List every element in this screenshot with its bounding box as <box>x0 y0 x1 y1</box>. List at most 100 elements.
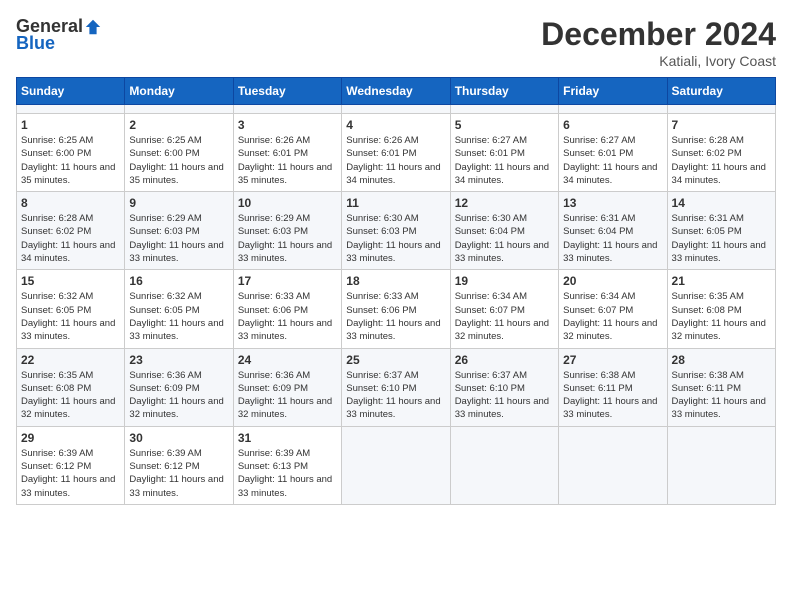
weekday-header: Wednesday <box>342 78 450 105</box>
day-number: 8 <box>21 196 120 210</box>
day-number: 26 <box>455 353 554 367</box>
logo: General Blue <box>16 16 102 54</box>
day-info: Sunrise: 6:33 AM Sunset: 6:06 PM Dayligh… <box>238 290 337 343</box>
title-block: December 2024 Katiali, Ivory Coast <box>541 16 776 69</box>
day-info: Sunrise: 6:35 AM Sunset: 6:08 PM Dayligh… <box>21 369 120 422</box>
calendar-cell <box>667 426 775 504</box>
calendar-cell: 27 Sunrise: 6:38 AM Sunset: 6:11 PM Dayl… <box>559 348 667 426</box>
calendar-cell: 9 Sunrise: 6:29 AM Sunset: 6:03 PM Dayli… <box>125 192 233 270</box>
day-info: Sunrise: 6:30 AM Sunset: 6:03 PM Dayligh… <box>346 212 445 265</box>
day-number: 4 <box>346 118 445 132</box>
day-info: Sunrise: 6:29 AM Sunset: 6:03 PM Dayligh… <box>129 212 228 265</box>
calendar-cell: 25 Sunrise: 6:37 AM Sunset: 6:10 PM Dayl… <box>342 348 450 426</box>
day-number: 5 <box>455 118 554 132</box>
day-info: Sunrise: 6:39 AM Sunset: 6:12 PM Dayligh… <box>21 447 120 500</box>
calendar-cell: 14 Sunrise: 6:31 AM Sunset: 6:05 PM Dayl… <box>667 192 775 270</box>
day-info: Sunrise: 6:36 AM Sunset: 6:09 PM Dayligh… <box>238 369 337 422</box>
calendar-cell: 7 Sunrise: 6:28 AM Sunset: 6:02 PM Dayli… <box>667 114 775 192</box>
calendar-cell: 1 Sunrise: 6:25 AM Sunset: 6:00 PM Dayli… <box>17 114 125 192</box>
day-number: 15 <box>21 274 120 288</box>
month-title: December 2024 <box>541 16 776 53</box>
day-number: 7 <box>672 118 771 132</box>
calendar-cell: 22 Sunrise: 6:35 AM Sunset: 6:08 PM Dayl… <box>17 348 125 426</box>
weekday-header: Thursday <box>450 78 558 105</box>
calendar-cell <box>450 105 558 114</box>
calendar-cell: 29 Sunrise: 6:39 AM Sunset: 6:12 PM Dayl… <box>17 426 125 504</box>
day-info: Sunrise: 6:25 AM Sunset: 6:00 PM Dayligh… <box>21 134 120 187</box>
calendar-cell: 24 Sunrise: 6:36 AM Sunset: 6:09 PM Dayl… <box>233 348 341 426</box>
day-info: Sunrise: 6:34 AM Sunset: 6:07 PM Dayligh… <box>563 290 662 343</box>
day-info: Sunrise: 6:38 AM Sunset: 6:11 PM Dayligh… <box>563 369 662 422</box>
day-number: 17 <box>238 274 337 288</box>
calendar-cell: 19 Sunrise: 6:34 AM Sunset: 6:07 PM Dayl… <box>450 270 558 348</box>
calendar-week-row: 22 Sunrise: 6:35 AM Sunset: 6:08 PM Dayl… <box>17 348 776 426</box>
day-number: 14 <box>672 196 771 210</box>
day-info: Sunrise: 6:26 AM Sunset: 6:01 PM Dayligh… <box>238 134 337 187</box>
calendar-week-row <box>17 105 776 114</box>
day-number: 6 <box>563 118 662 132</box>
location-text: Katiali, Ivory Coast <box>541 53 776 69</box>
day-info: Sunrise: 6:30 AM Sunset: 6:04 PM Dayligh… <box>455 212 554 265</box>
day-info: Sunrise: 6:32 AM Sunset: 6:05 PM Dayligh… <box>21 290 120 343</box>
day-number: 10 <box>238 196 337 210</box>
calendar-cell: 28 Sunrise: 6:38 AM Sunset: 6:11 PM Dayl… <box>667 348 775 426</box>
day-info: Sunrise: 6:27 AM Sunset: 6:01 PM Dayligh… <box>455 134 554 187</box>
day-info: Sunrise: 6:37 AM Sunset: 6:10 PM Dayligh… <box>346 369 445 422</box>
day-info: Sunrise: 6:31 AM Sunset: 6:04 PM Dayligh… <box>563 212 662 265</box>
day-number: 1 <box>21 118 120 132</box>
day-number: 16 <box>129 274 228 288</box>
calendar-cell <box>559 426 667 504</box>
day-info: Sunrise: 6:35 AM Sunset: 6:08 PM Dayligh… <box>672 290 771 343</box>
weekday-header: Saturday <box>667 78 775 105</box>
day-info: Sunrise: 6:34 AM Sunset: 6:07 PM Dayligh… <box>455 290 554 343</box>
day-number: 19 <box>455 274 554 288</box>
day-number: 29 <box>21 431 120 445</box>
day-info: Sunrise: 6:39 AM Sunset: 6:12 PM Dayligh… <box>129 447 228 500</box>
calendar-cell: 12 Sunrise: 6:30 AM Sunset: 6:04 PM Dayl… <box>450 192 558 270</box>
day-number: 3 <box>238 118 337 132</box>
calendar-cell: 26 Sunrise: 6:37 AM Sunset: 6:10 PM Dayl… <box>450 348 558 426</box>
day-number: 9 <box>129 196 228 210</box>
calendar-cell: 6 Sunrise: 6:27 AM Sunset: 6:01 PM Dayli… <box>559 114 667 192</box>
calendar-cell <box>342 105 450 114</box>
day-info: Sunrise: 6:36 AM Sunset: 6:09 PM Dayligh… <box>129 369 228 422</box>
calendar-cell: 10 Sunrise: 6:29 AM Sunset: 6:03 PM Dayl… <box>233 192 341 270</box>
day-info: Sunrise: 6:31 AM Sunset: 6:05 PM Dayligh… <box>672 212 771 265</box>
calendar-cell: 8 Sunrise: 6:28 AM Sunset: 6:02 PM Dayli… <box>17 192 125 270</box>
calendar-cell: 21 Sunrise: 6:35 AM Sunset: 6:08 PM Dayl… <box>667 270 775 348</box>
day-info: Sunrise: 6:38 AM Sunset: 6:11 PM Dayligh… <box>672 369 771 422</box>
calendar-cell: 3 Sunrise: 6:26 AM Sunset: 6:01 PM Dayli… <box>233 114 341 192</box>
calendar-cell: 4 Sunrise: 6:26 AM Sunset: 6:01 PM Dayli… <box>342 114 450 192</box>
calendar-cell <box>559 105 667 114</box>
logo-icon <box>84 18 102 36</box>
calendar-cell <box>125 105 233 114</box>
calendar-cell: 30 Sunrise: 6:39 AM Sunset: 6:12 PM Dayl… <box>125 426 233 504</box>
calendar-cell: 5 Sunrise: 6:27 AM Sunset: 6:01 PM Dayli… <box>450 114 558 192</box>
day-number: 27 <box>563 353 662 367</box>
calendar-cell: 18 Sunrise: 6:33 AM Sunset: 6:06 PM Dayl… <box>342 270 450 348</box>
calendar-cell <box>17 105 125 114</box>
day-number: 24 <box>238 353 337 367</box>
page-header: General Blue December 2024 Katiali, Ivor… <box>16 16 776 69</box>
calendar-cell: 2 Sunrise: 6:25 AM Sunset: 6:00 PM Dayli… <box>125 114 233 192</box>
day-info: Sunrise: 6:32 AM Sunset: 6:05 PM Dayligh… <box>129 290 228 343</box>
calendar-cell: 31 Sunrise: 6:39 AM Sunset: 6:13 PM Dayl… <box>233 426 341 504</box>
day-info: Sunrise: 6:39 AM Sunset: 6:13 PM Dayligh… <box>238 447 337 500</box>
day-info: Sunrise: 6:27 AM Sunset: 6:01 PM Dayligh… <box>563 134 662 187</box>
day-info: Sunrise: 6:33 AM Sunset: 6:06 PM Dayligh… <box>346 290 445 343</box>
day-number: 13 <box>563 196 662 210</box>
day-number: 21 <box>672 274 771 288</box>
calendar-week-row: 8 Sunrise: 6:28 AM Sunset: 6:02 PM Dayli… <box>17 192 776 270</box>
calendar-cell <box>233 105 341 114</box>
calendar-cell: 16 Sunrise: 6:32 AM Sunset: 6:05 PM Dayl… <box>125 270 233 348</box>
calendar-cell <box>450 426 558 504</box>
weekday-header: Sunday <box>17 78 125 105</box>
logo-blue-text: Blue <box>16 33 55 54</box>
calendar-cell: 20 Sunrise: 6:34 AM Sunset: 6:07 PM Dayl… <box>559 270 667 348</box>
day-number: 18 <box>346 274 445 288</box>
calendar-cell <box>342 426 450 504</box>
day-number: 11 <box>346 196 445 210</box>
day-info: Sunrise: 6:26 AM Sunset: 6:01 PM Dayligh… <box>346 134 445 187</box>
calendar-table: SundayMondayTuesdayWednesdayThursdayFrid… <box>16 77 776 505</box>
day-number: 31 <box>238 431 337 445</box>
